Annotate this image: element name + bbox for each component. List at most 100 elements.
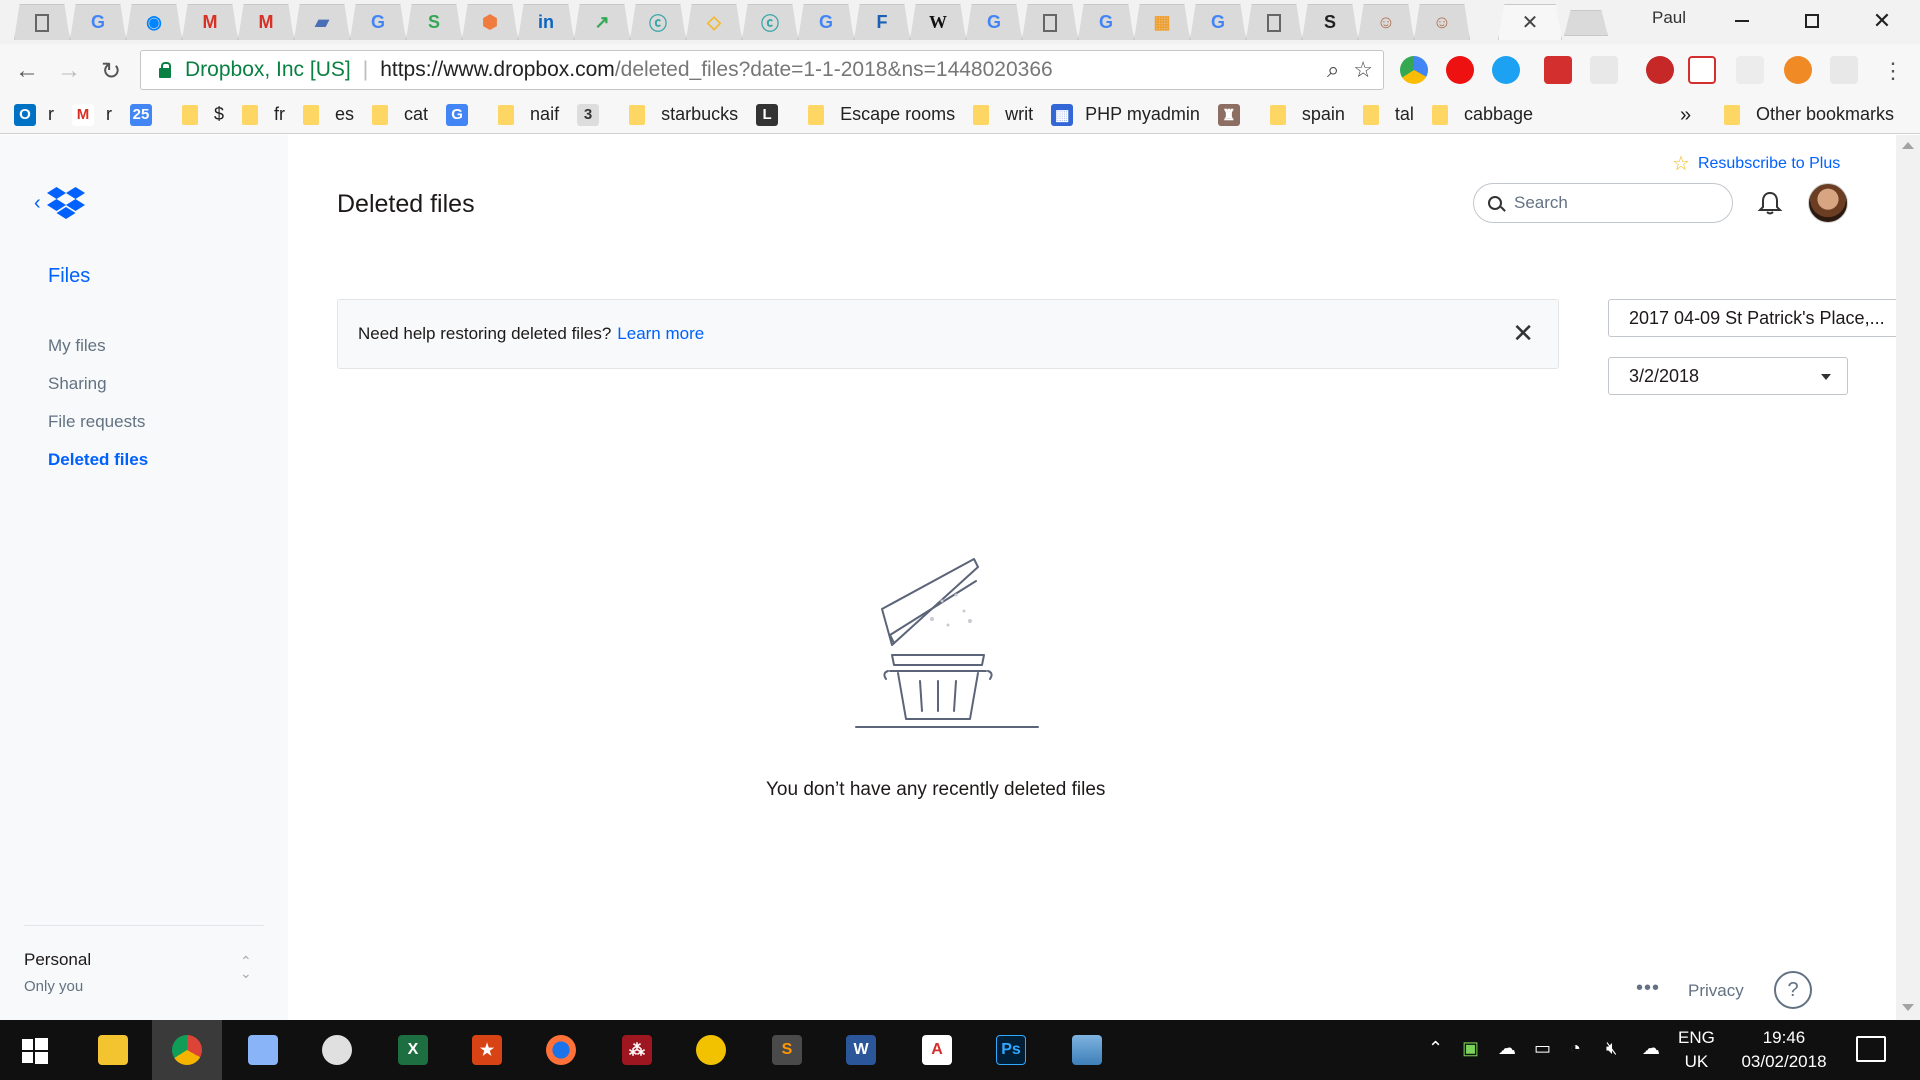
bookmark-item[interactable]: writ xyxy=(973,104,1033,125)
sidebar-item-sharing[interactable]: Sharing xyxy=(48,373,148,411)
tab-google-2[interactable]: G xyxy=(350,4,406,40)
bookmark-item[interactable]: cabbage xyxy=(1431,104,1533,125)
reload-button[interactable]: ↻ xyxy=(96,56,126,86)
taskbar-chrome[interactable] xyxy=(152,1020,222,1080)
bookmark-item[interactable]: 25 xyxy=(130,103,164,126)
minimize-button[interactable] xyxy=(1722,6,1762,36)
account-switcher[interactable]: Personal Only you xyxy=(24,950,91,995)
search-input[interactable] xyxy=(1514,193,1714,213)
date-filter-select[interactable]: 3/2/2018 xyxy=(1608,357,1848,395)
tab-hex[interactable]: ⬢ xyxy=(462,4,518,40)
tab-messenger[interactable]: ◉ xyxy=(126,4,182,40)
taskbar-norton[interactable] xyxy=(676,1020,746,1080)
bookmark-item[interactable]: 3 xyxy=(577,103,611,126)
taskbar-sublime[interactable]: S xyxy=(752,1020,822,1080)
close-window-button[interactable]: ✕ xyxy=(1862,6,1902,36)
zoom-icon[interactable]: ⌕ xyxy=(1327,57,1339,83)
extension-h-icon[interactable] xyxy=(1736,56,1764,84)
scroll-down-arrow-icon[interactable] xyxy=(1902,1004,1914,1011)
system-clock[interactable]: 19:46 03/02/2018 xyxy=(1730,1026,1838,1074)
taskbar-file-explorer[interactable] xyxy=(78,1020,148,1080)
bookmark-item[interactable]: tal xyxy=(1362,104,1414,125)
bookmark-item[interactable]: Escape rooms xyxy=(808,104,955,125)
taskbar-mendeley[interactable]: ⁂ xyxy=(602,1020,672,1080)
browser-menu-icon[interactable]: ⋮ xyxy=(1878,56,1908,86)
taskbar-excel[interactable]: X xyxy=(378,1020,448,1080)
extension-search-2-icon[interactable] xyxy=(1830,56,1858,84)
taskbar-photoshop[interactable]: Ps xyxy=(976,1020,1046,1080)
tab-google-6[interactable]: G xyxy=(1190,4,1246,40)
close-icon[interactable]: ✕ xyxy=(1512,318,1534,348)
new-tab-button[interactable] xyxy=(1564,10,1608,36)
taskbar-photos[interactable] xyxy=(1052,1020,1122,1080)
dropbox-logo[interactable]: ‹ xyxy=(34,187,85,219)
other-bookmarks[interactable]: Other bookmarks xyxy=(1724,104,1894,125)
tab-doc-2[interactable] xyxy=(1022,4,1078,40)
tab-chart[interactable]: ↗ xyxy=(574,4,630,40)
tab-slash[interactable]: ▰ xyxy=(294,4,350,40)
extension-search-icon[interactable] xyxy=(1590,56,1618,84)
notifications-bell-icon[interactable] xyxy=(1756,189,1784,217)
page-scrollbar[interactable] xyxy=(1896,135,1920,1020)
learn-more-link[interactable]: Learn more xyxy=(617,324,704,344)
sidebar-section-files[interactable]: Files xyxy=(48,265,90,288)
onedrive-icon[interactable]: ☁ xyxy=(1498,1038,1516,1059)
tab-doc[interactable] xyxy=(14,4,70,40)
help-button[interactable]: ? xyxy=(1774,971,1812,1009)
close-tab-icon[interactable]: ✕ xyxy=(1522,10,1539,35)
tab-c-2[interactable]: ⓒ xyxy=(742,4,798,40)
taskbar-star-app[interactable]: ★ xyxy=(452,1020,522,1080)
privacy-link[interactable]: Privacy xyxy=(1688,981,1744,1001)
bookmark-item[interactable]: G xyxy=(446,103,480,126)
tab-person[interactable]: ☺ xyxy=(1358,4,1414,40)
extension-pie-icon[interactable] xyxy=(1400,56,1428,84)
bookmark-item[interactable]: starbucks xyxy=(629,104,738,125)
extension-timer-icon[interactable] xyxy=(1646,56,1674,84)
tab-google-4[interactable]: G xyxy=(966,4,1022,40)
resubscribe-link[interactable]: ☆ Resubscribe to Plus xyxy=(1672,151,1840,176)
taskbar-word[interactable]: W xyxy=(826,1020,896,1080)
tab-binance[interactable]: ◇ xyxy=(686,4,742,40)
bookmark-item[interactable]: Mr xyxy=(72,103,112,126)
upload-cloud-icon[interactable]: ☁ xyxy=(1642,1038,1660,1059)
search-box[interactable] xyxy=(1473,183,1733,223)
address-bar[interactable]: Dropbox, Inc [US] | https://www.dropbox.… xyxy=(140,50,1384,90)
extension-ball-icon[interactable] xyxy=(1784,56,1812,84)
tray-app-icon[interactable]: ▣ xyxy=(1462,1038,1479,1059)
tab-person-2[interactable]: ☺ xyxy=(1414,4,1470,40)
sidebar-item-file-requests[interactable]: File requests xyxy=(48,411,148,449)
tab-doc-3[interactable] xyxy=(1246,4,1302,40)
wifi-icon[interactable]: ◔ xyxy=(1570,1038,1581,1059)
profile-name[interactable]: Paul xyxy=(1652,8,1686,28)
chevron-up-down-icon[interactable]: ⌃ ⌄ xyxy=(240,954,252,980)
taskbar-notepad[interactable] xyxy=(228,1020,298,1080)
bookmark-item[interactable]: ♜ xyxy=(1217,103,1252,126)
bookmark-item[interactable]: fr xyxy=(242,104,285,125)
bookmark-item[interactable]: L xyxy=(756,103,790,126)
sidebar-item-my-files[interactable]: My files xyxy=(48,335,148,373)
taskbar-stopwatch[interactable] xyxy=(302,1020,372,1080)
bookmark-item[interactable]: Or xyxy=(14,103,54,126)
volume-muted-icon[interactable]: 🔇︎ xyxy=(1606,1038,1617,1059)
tab-c[interactable]: ⓒ xyxy=(630,4,686,40)
taskbar-acrobat[interactable]: A xyxy=(902,1020,972,1080)
tab-linkedin[interactable]: in xyxy=(518,4,574,40)
tab-s[interactable]: S xyxy=(1302,4,1358,40)
taskbar-firefox[interactable] xyxy=(526,1020,596,1080)
scroll-up-arrow-icon[interactable] xyxy=(1902,142,1914,149)
extension-opera-icon[interactable] xyxy=(1446,56,1474,84)
restore-button[interactable] xyxy=(1792,6,1832,36)
tab-gmail-2[interactable]: M xyxy=(238,4,294,40)
sidebar-item-deleted-files[interactable]: Deleted files xyxy=(48,449,148,487)
windows-start-icon[interactable] xyxy=(22,1038,48,1064)
tab-gmail[interactable]: M xyxy=(182,4,238,40)
tab-active-dropbox[interactable]: ✕ xyxy=(1498,4,1562,40)
tab-f[interactable]: F xyxy=(854,4,910,40)
input-language[interactable]: ENG UK xyxy=(1678,1026,1715,1074)
user-avatar[interactable] xyxy=(1808,183,1848,223)
forward-button[interactable]: → xyxy=(54,56,84,86)
action-center-icon[interactable] xyxy=(1856,1036,1886,1062)
tab-google-3[interactable]: G xyxy=(798,4,854,40)
extension-plus-icon[interactable] xyxy=(1688,56,1716,84)
bookmark-item[interactable]: naif xyxy=(498,104,559,125)
